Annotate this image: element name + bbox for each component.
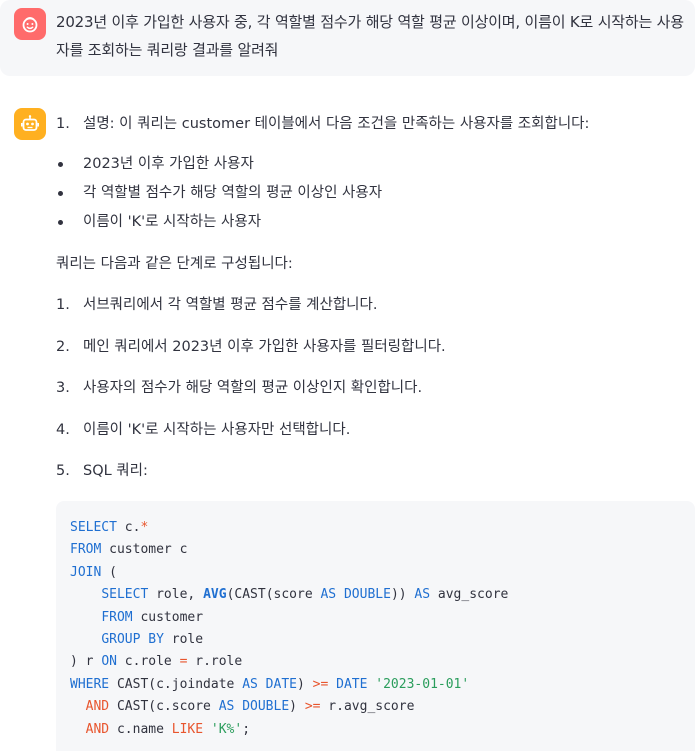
sql-text: role [163,632,204,647]
sql-operator: >= [312,677,329,692]
sql-text: )) [390,587,415,602]
steps-intro: 쿼리는 다음과 같은 단계로 구성됩니다: [56,256,293,272]
list-text: 이름이 'K'로 시작하는 사용자만 선택합니다. [83,422,351,438]
assistant-avatar [14,108,46,140]
sql-text: (CAST(score [226,587,321,602]
sql-keyword: JOIN [70,565,102,580]
sql-keyword: AS DOUBLE [218,699,290,714]
user-message: 2023년 이후 가입한 사용자 중, 각 역할별 점수가 해당 역할 평균 이… [0,0,695,76]
code-line: AND CAST(c.score AS DOUBLE) >= r.avg_sco… [70,696,415,718]
code-line: SELECT role, AVG(CAST(score AS DOUBLE)) … [70,584,508,606]
sql-keyword: ON [101,654,117,669]
sql-keyword: AS [414,587,431,602]
list-number: 1. [56,297,70,313]
sql-keyword: SELECT [70,520,117,535]
code-line: WHERE CAST(c.joindate AS DATE) >= DATE '… [70,674,469,696]
sql-keyword: AND [85,699,110,714]
sql-text: avg_score [430,587,509,602]
bullet-dot [58,220,63,225]
code-line: JOIN ( [70,562,117,584]
sql-string: '2023-01-01' [375,677,470,692]
sql-operator: >= [304,699,321,714]
list-text: 이름이 'K'로 시작하는 사용자 [83,214,262,230]
sql-text: r.avg_score [320,699,415,714]
sql-text: CAST(c.score [109,699,219,714]
sql-text: ) r [70,654,102,669]
sql-keyword: AND [85,722,110,737]
sql-keyword: FROM [70,542,102,557]
sql-keyword: LIKE [171,722,204,737]
code-line: ) r ON c.role = r.role [70,651,242,673]
sql-keyword: AS DATE [242,677,297,692]
code-line: SELECT c.* [70,517,148,539]
sql-text: ( [101,565,117,580]
sql-string: 'K%' [210,722,243,737]
sql-operator: * [140,520,149,535]
sql-text: role, [148,587,204,602]
code-line: FROM customer c [70,539,187,561]
list-number: 2. [56,339,70,355]
code-line: AND c.name LIKE 'K%'; [70,719,250,741]
sql-text: customer c [101,542,188,557]
code-line: FROM customer [70,607,203,629]
sql-text: c.role [116,654,180,669]
sql-text: ) [289,699,305,714]
bullet-dot [58,191,63,196]
sql-keyword: SELECT [101,587,149,602]
list-text: 사용자의 점수가 해당 역할의 평균 이상인지 확인합니다. [83,380,423,396]
bullet-dot [58,162,63,167]
list-text: 설명: 이 쿼리는 customer 테이블에서 다음 조건을 만족하는 사용자… [83,116,590,132]
list-text: 각 역할별 점수가 해당 역할의 평균 이상인 사용자 [83,185,383,201]
sql-text: c.name [109,722,172,737]
sql-text: ; [242,722,251,737]
list-text: 서브쿼리에서 각 역할별 평균 점수를 계산합니다. [83,297,378,313]
sql-indent [70,587,101,602]
user-face-icon [22,17,38,33]
robot-icon [20,115,40,131]
sql-keyword: FROM [101,610,133,625]
list-number: 1. [56,116,70,132]
list-number: 3. [56,380,70,396]
sql-keyword: AS DOUBLE [320,587,391,602]
sql-indent [70,699,86,714]
list-text: 2023년 이후 가입한 사용자 [83,156,254,172]
sql-text: c. [116,520,141,535]
list-number: 4. [56,422,70,438]
sql-indent [70,610,101,625]
sql-text: CAST(c.joindate [109,677,243,692]
user-message-text: 2023년 이후 가입한 사용자 중, 각 역할별 점수가 해당 역할 평균 이… [56,13,684,59]
code-line: GROUP BY role [70,629,203,651]
sql-text: r.role [187,654,243,669]
sql-keyword: GROUP BY [101,632,164,647]
sql-indent [70,722,86,737]
sql-code-block[interactable]: SELECT c.* FROM customer c JOIN ( SELECT… [56,501,695,751]
list-text: 메인 쿼리에서 2023년 이후 가입한 사용자를 필터링합니다. [83,339,446,355]
sql-indent [70,632,101,647]
user-avatar [14,8,46,40]
sql-keyword: DATE [336,677,368,692]
sql-text: ) [297,677,313,692]
list-number: 5. [56,463,70,479]
sql-keyword: WHERE [70,677,110,692]
list-text: SQL 쿼리: [83,463,148,479]
sql-function: AVG [203,587,227,602]
sql-text: customer [132,610,204,625]
